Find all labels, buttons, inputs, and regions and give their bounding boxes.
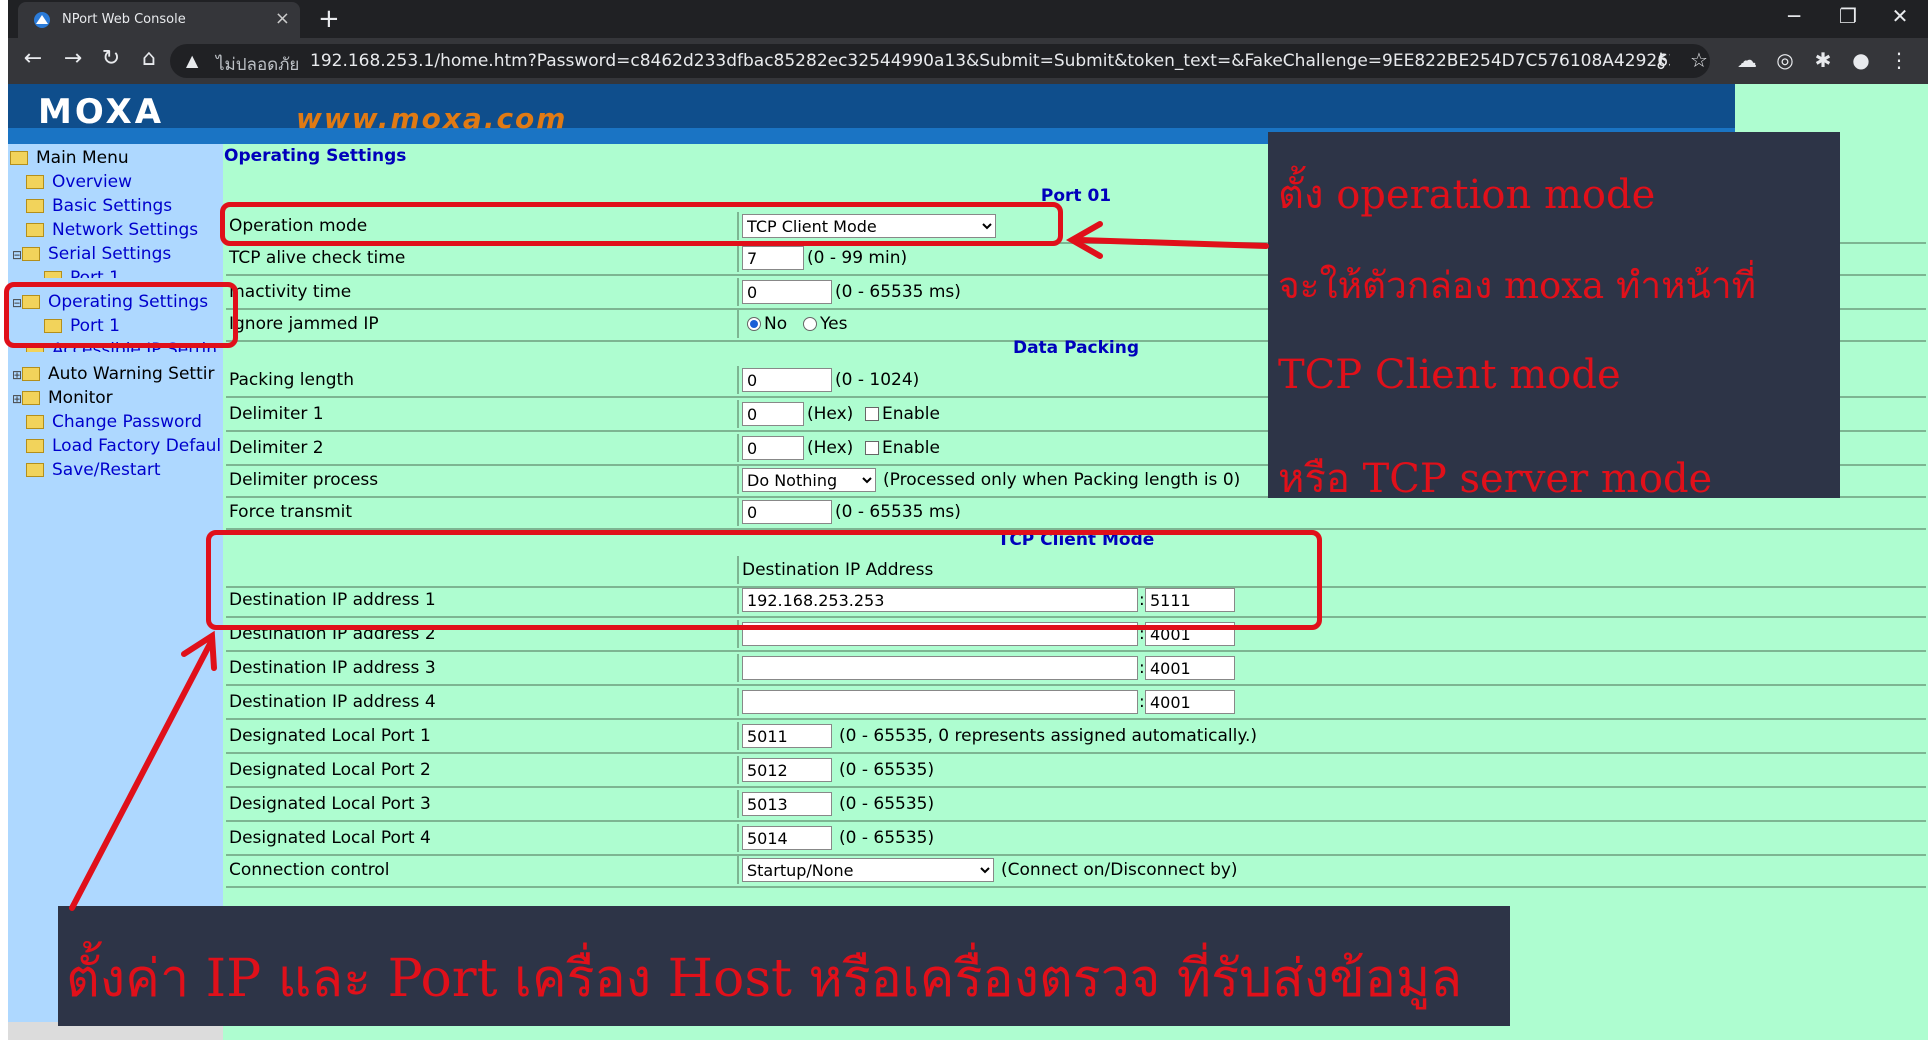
annotation-arrows [69,221,1269,911]
arrow-to-operation-mode [1077,237,1269,249]
arrow-to-destination-ip [69,637,215,911]
